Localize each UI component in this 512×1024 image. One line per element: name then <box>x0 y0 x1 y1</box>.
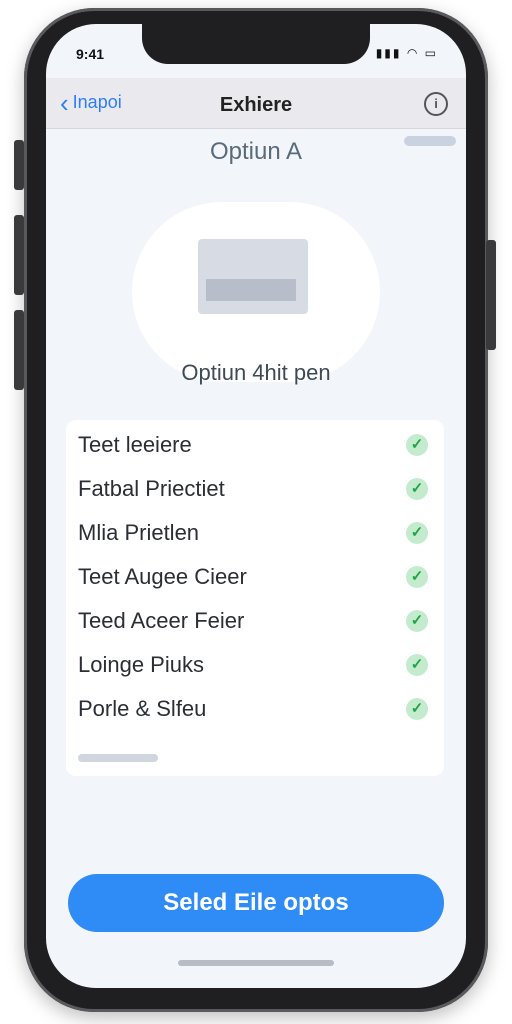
status-icons: ▮▮▮ ◠ ▭ <box>375 46 438 60</box>
notch <box>142 24 370 64</box>
feature-label: Teed Aceer Feier <box>78 608 245 633</box>
feature-row: Teed Aceer Feier ✓ <box>78 606 428 636</box>
feature-row: Mlia Prietlen ✓ <box>78 518 428 548</box>
power-button <box>486 240 496 350</box>
checkmark-icon: ✓ <box>406 478 428 500</box>
feature-row: Teet leeiere ✓ <box>78 430 428 460</box>
checkmark-icon: ✓ <box>406 610 428 632</box>
feature-row: Loinge Piuks ✓ <box>78 650 428 680</box>
info-icon[interactable]: i <box>424 92 448 116</box>
feature-label: Teet Augee Cieer <box>78 564 247 589</box>
top-right-chip <box>404 136 456 146</box>
home-indicator[interactable] <box>178 960 334 966</box>
feature-row: Teet Augee Cieer ✓ <box>78 562 428 592</box>
checkmark-icon: ✓ <box>406 654 428 676</box>
feature-label: Porle & Slfeu <box>78 696 207 721</box>
volume-down-button <box>14 310 24 390</box>
feature-row: Porle & Slfeu ✓ <box>78 694 428 724</box>
mute-switch <box>14 140 24 190</box>
features-card: Teet leeiere ✓ Fatbal Priectiet ✓ Mlia P… <box>66 420 444 776</box>
phone-screen: 9:41 ▮▮▮ ◠ ▭ ‹ Inapoi Exhiere i Optiun A… <box>46 24 466 988</box>
status-time: 9:41 <box>76 46 105 62</box>
card-footnote <box>78 754 158 762</box>
feature-row: Fatbal Priectiet ✓ <box>78 474 428 504</box>
page-title: Exhiere <box>219 94 293 116</box>
volume-up-button <box>14 215 24 295</box>
feature-label: Teet leeiere <box>78 432 192 457</box>
feature-label: Mlia Prietlen <box>78 520 200 545</box>
option-title: Optiun A <box>209 138 303 165</box>
feature-label: Fatbal Priectiet <box>78 476 225 501</box>
checkmark-icon: ✓ <box>406 566 428 588</box>
checkmark-icon: ✓ <box>406 698 428 720</box>
checkmark-icon: ✓ <box>406 434 428 456</box>
feature-label: Loinge Piuks <box>78 652 204 677</box>
select-option-button[interactable]: Seled Eile optos <box>68 874 444 932</box>
checkmark-icon: ✓ <box>406 522 428 544</box>
option-price: Optiun 4hit pen <box>181 360 331 385</box>
option-image <box>198 239 308 314</box>
navigation-bar: ‹ Inapoi Exhiere i <box>46 78 466 129</box>
